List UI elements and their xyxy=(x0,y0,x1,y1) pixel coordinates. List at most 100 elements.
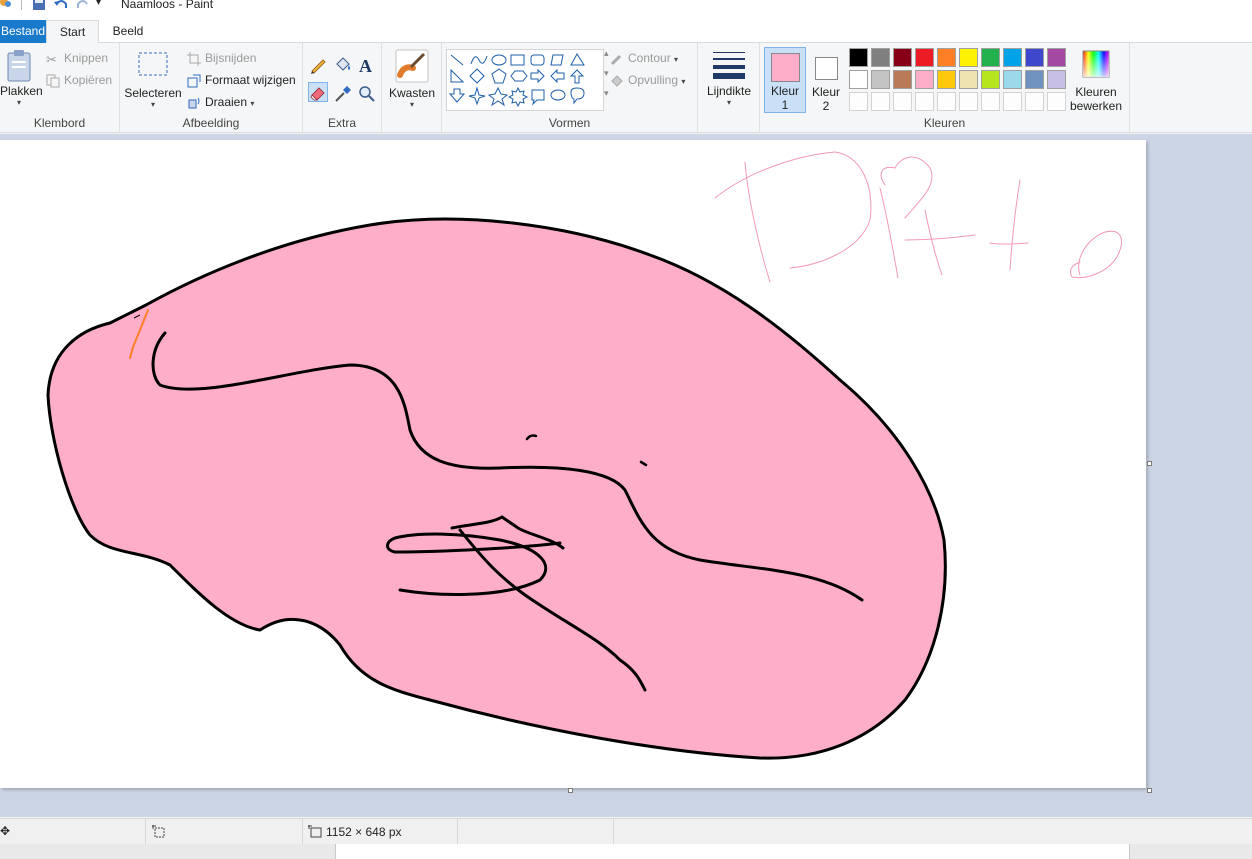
palette-color-swatch[interactable] xyxy=(849,70,868,89)
palette-color-swatch[interactable] xyxy=(959,48,978,67)
select-button[interactable]: Selecteren ▾ xyxy=(124,49,182,109)
color2-button[interactable]: Kleur 2 xyxy=(806,47,846,113)
palette-color-swatch[interactable] xyxy=(915,48,934,67)
palette-color-swatch[interactable] xyxy=(1025,70,1044,89)
color1-number: 1 xyxy=(781,98,789,112)
resize-icon xyxy=(187,74,201,88)
brushes-label: Kwasten xyxy=(388,86,436,100)
tab-file[interactable]: Bestand xyxy=(0,20,46,43)
copy-button[interactable]: Kopiëren xyxy=(46,73,112,88)
selection-size-cell xyxy=(146,819,303,845)
colors-group: Kleur 1 Kleur 2 Kleuren bewerken Kleuren xyxy=(760,43,1130,133)
palette-color-swatch[interactable] xyxy=(981,48,1000,67)
drawing-canvas[interactable] xyxy=(0,140,1146,788)
palette-color-swatch[interactable] xyxy=(915,70,934,89)
palette-custom-slot[interactable] xyxy=(959,92,978,111)
palette-color-swatch[interactable] xyxy=(871,48,890,67)
palette-color-swatch[interactable] xyxy=(1003,48,1022,67)
image-dimensions: 1152 × 648 px xyxy=(326,825,402,839)
outline-label: Contour xyxy=(628,51,671,65)
outline-brush-icon xyxy=(610,52,624,66)
text-tool-icon[interactable]: A xyxy=(357,55,377,75)
resize-handle-bottom[interactable] xyxy=(568,788,573,793)
canvas-workspace[interactable] xyxy=(0,134,1252,817)
brushes-button[interactable]: Kwasten ▾ xyxy=(385,49,439,109)
outline-button[interactable]: Contour ▾ xyxy=(610,51,678,66)
edit-colors-label-line1: Kleuren xyxy=(1075,85,1117,99)
palette-custom-slot[interactable] xyxy=(937,92,956,111)
palette-color-swatch[interactable] xyxy=(1025,48,1044,67)
shapes-group: ▴ ▾ ▾ Contour ▾ Opvulling ▾ Vormen xyxy=(442,43,698,133)
image-size-icon xyxy=(308,825,322,838)
fill-bucket-icon[interactable] xyxy=(333,55,353,75)
palette-color-swatch[interactable] xyxy=(871,70,890,89)
palette-color-swatch[interactable] xyxy=(981,70,1000,89)
crop-button[interactable]: Bijsnijden xyxy=(187,51,256,66)
resize-handle-corner[interactable] xyxy=(1147,788,1152,793)
shapes-group-label: Vormen xyxy=(548,116,591,130)
background-window xyxy=(335,844,1130,859)
palette-custom-slot[interactable] xyxy=(981,92,1000,111)
scissors-icon: ✂ xyxy=(46,51,57,67)
edit-colors-button[interactable]: Kleuren bewerken xyxy=(1068,49,1124,113)
save-icon[interactable] xyxy=(32,0,46,12)
palette-custom-slot[interactable] xyxy=(849,92,868,111)
brushes-dropdown-icon: ▾ xyxy=(409,100,414,109)
cut-label: Knippen xyxy=(64,51,109,65)
rotate-button[interactable]: Draaien ▾ xyxy=(187,95,254,110)
palette-custom-slot[interactable] xyxy=(893,92,912,111)
paste-button[interactable]: Plakken ▾ xyxy=(0,49,43,107)
palette-custom-slot[interactable] xyxy=(871,92,890,111)
undo-icon[interactable] xyxy=(54,0,68,12)
selection-icon xyxy=(138,52,168,76)
shapes-scroll-controls[interactable]: ▴ ▾ ▾ xyxy=(604,43,609,103)
rotate-icon xyxy=(187,96,201,110)
color2-swatch xyxy=(815,57,838,80)
color2-label: Kleur xyxy=(811,85,840,99)
fill-label: Opvulling xyxy=(628,73,679,87)
ribbon: Plakken ▾ ✂ Knippen Kopiëren Klembord Sel… xyxy=(0,43,1252,133)
palette-color-swatch[interactable] xyxy=(937,48,956,67)
palette-custom-slot[interactable] xyxy=(1025,92,1044,111)
palette-color-swatch[interactable] xyxy=(893,70,912,89)
drawing-strokes xyxy=(46,151,1122,760)
paste-dropdown-icon: ▾ xyxy=(16,98,21,107)
redo-icon[interactable] xyxy=(76,0,90,12)
eraser-tool[interactable] xyxy=(308,82,328,102)
palette-color-swatch[interactable] xyxy=(1047,70,1066,89)
brushes-group: Kwasten ▾ xyxy=(382,43,442,133)
palette-color-swatch[interactable] xyxy=(959,70,978,89)
palette-custom-slot[interactable] xyxy=(915,92,934,111)
palette-color-swatch[interactable] xyxy=(849,48,868,67)
shapes-gallery[interactable] xyxy=(446,49,604,111)
color-picker-icon[interactable] xyxy=(333,84,353,104)
quick-access-dropdown[interactable]: ▾ xyxy=(96,0,101,11)
palette-custom-slot[interactable] xyxy=(1047,92,1066,111)
colors-group-label: Kleuren xyxy=(923,116,966,130)
image-group: Selecteren ▾ Bijsnijden Formaat wijzigen… xyxy=(120,43,303,133)
cut-button[interactable]: ✂ Knippen xyxy=(46,51,109,67)
fill-button[interactable]: Opvulling ▾ xyxy=(610,73,685,88)
size-button[interactable]: Lijndikte ▾ xyxy=(701,49,757,107)
palette-color-swatch[interactable] xyxy=(893,48,912,67)
palette-color-swatch[interactable] xyxy=(1003,70,1022,89)
select-dropdown-icon: ▾ xyxy=(150,100,155,109)
pencil-icon[interactable] xyxy=(308,55,328,75)
magnifier-icon[interactable] xyxy=(357,84,377,104)
fill-dropdown-icon: ▾ xyxy=(681,77,686,86)
size-dropdown-icon: ▾ xyxy=(726,98,731,107)
palette-color-swatch[interactable] xyxy=(1047,48,1066,67)
title-bar: ▾ Naamloos - Paint xyxy=(0,0,1252,18)
color1-button[interactable]: Kleur 1 xyxy=(764,47,806,113)
line-width-icon xyxy=(713,52,745,79)
paste-label: Plakken xyxy=(0,84,43,98)
resize-button[interactable]: Formaat wijzigen xyxy=(187,73,296,88)
tab-view[interactable]: Beeld xyxy=(100,20,156,43)
resize-handle-right[interactable] xyxy=(1147,461,1152,466)
rotate-label: Draaien xyxy=(205,95,248,109)
palette-custom-slot[interactable] xyxy=(1003,92,1022,111)
copy-icon xyxy=(46,74,60,88)
palette-color-swatch[interactable] xyxy=(937,70,956,89)
tab-home[interactable]: Start xyxy=(46,20,99,44)
cursor-position-cell: ✥ xyxy=(0,819,146,845)
